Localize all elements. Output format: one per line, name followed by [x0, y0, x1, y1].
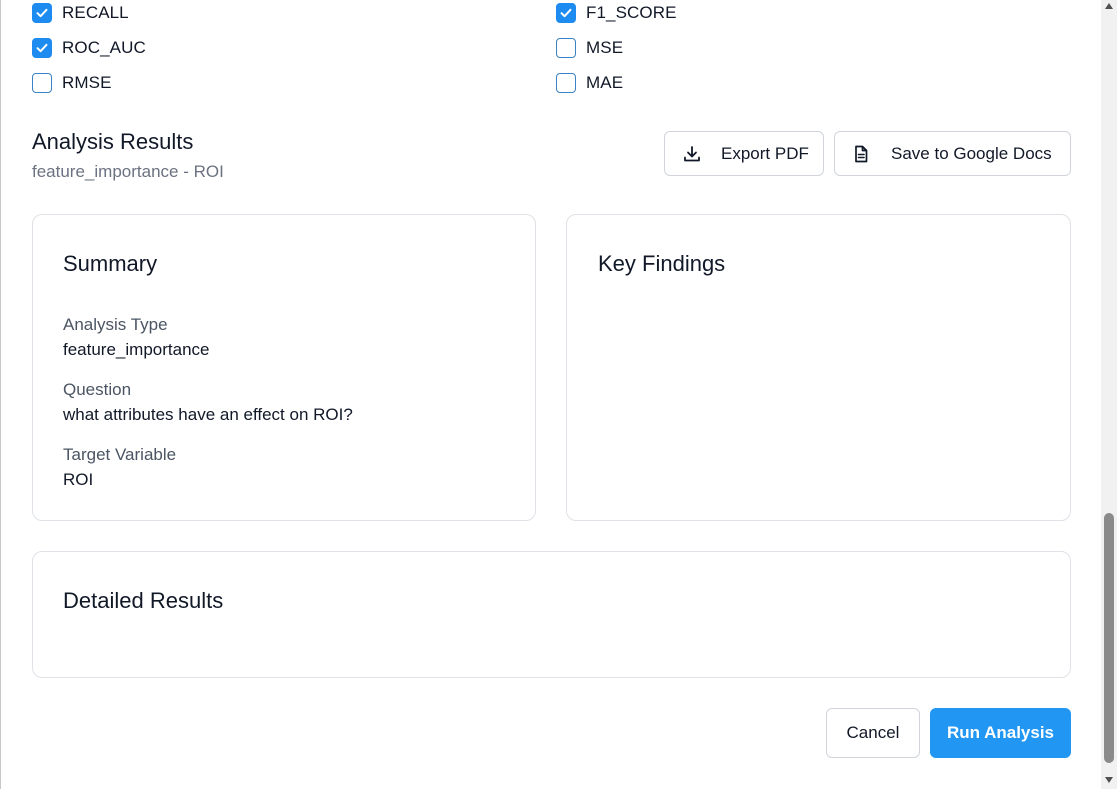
save-google-docs-label: Save to Google Docs [891, 143, 1052, 163]
detailed-results-card: Detailed Results [32, 551, 1071, 678]
analysis-dialog: RECALL F1_SCORE ROC_AUC MSE RMSE MAE Ana… [0, 0, 1101, 789]
summary-title: Summary [63, 251, 158, 276]
metric-label: ROC_AUC [62, 38, 146, 57]
key-findings-title: Key Findings [598, 251, 726, 276]
checkbox-checked-icon[interactable] [32, 38, 52, 58]
run-analysis-button[interactable]: Run Analysis [930, 708, 1071, 758]
results-subtitle: feature_importance - ROI [32, 162, 224, 181]
analysis-type-value: feature_importance [63, 340, 210, 359]
export-pdf-button[interactable]: Export PDF [664, 131, 824, 176]
key-findings-card: Key Findings [566, 214, 1071, 521]
checkbox-unchecked-icon[interactable] [32, 73, 52, 93]
metric-rmse[interactable]: RMSE [32, 72, 112, 94]
analysis-type-label: Analysis Type [63, 315, 168, 334]
checkbox-checked-icon[interactable] [556, 3, 576, 23]
scroll-up-arrow-icon[interactable] [1105, 3, 1113, 9]
checkbox-checked-icon[interactable] [32, 3, 52, 23]
cancel-button[interactable]: Cancel [826, 708, 920, 758]
checkbox-unchecked-icon[interactable] [556, 73, 576, 93]
metric-mae[interactable]: MAE [556, 72, 623, 94]
metric-mse[interactable]: MSE [556, 37, 623, 59]
metric-recall[interactable]: RECALL [32, 2, 129, 24]
metric-label: RECALL [62, 3, 129, 22]
scrollbar-thumb[interactable] [1104, 513, 1114, 763]
save-google-docs-button[interactable]: Save to Google Docs [834, 131, 1071, 176]
metric-label: MAE [586, 73, 624, 92]
question-value: what attributes have an effect on ROI? [63, 405, 353, 424]
metric-label: RMSE [62, 73, 112, 92]
export-pdf-label: Export PDF [721, 143, 809, 163]
checkbox-unchecked-icon[interactable] [556, 38, 576, 58]
metric-roc-auc[interactable]: ROC_AUC [32, 37, 146, 59]
metric-label: F1_SCORE [586, 3, 677, 22]
scroll-down-arrow-icon[interactable] [1105, 777, 1113, 783]
vertical-scrollbar[interactable] [1101, 0, 1117, 789]
download-icon [680, 142, 704, 166]
metric-f1-score[interactable]: F1_SCORE [556, 2, 677, 24]
summary-card: Summary Analysis Type feature_importance… [32, 214, 536, 521]
results-title: Analysis Results [32, 129, 194, 154]
target-variable-value: ROI [63, 470, 94, 489]
dialog-edge [0, 0, 1, 789]
document-icon [849, 142, 873, 166]
metric-label: MSE [586, 38, 624, 57]
target-variable-label: Target Variable [63, 445, 177, 464]
question-label: Question [63, 380, 132, 399]
detailed-results-title: Detailed Results [63, 588, 224, 613]
